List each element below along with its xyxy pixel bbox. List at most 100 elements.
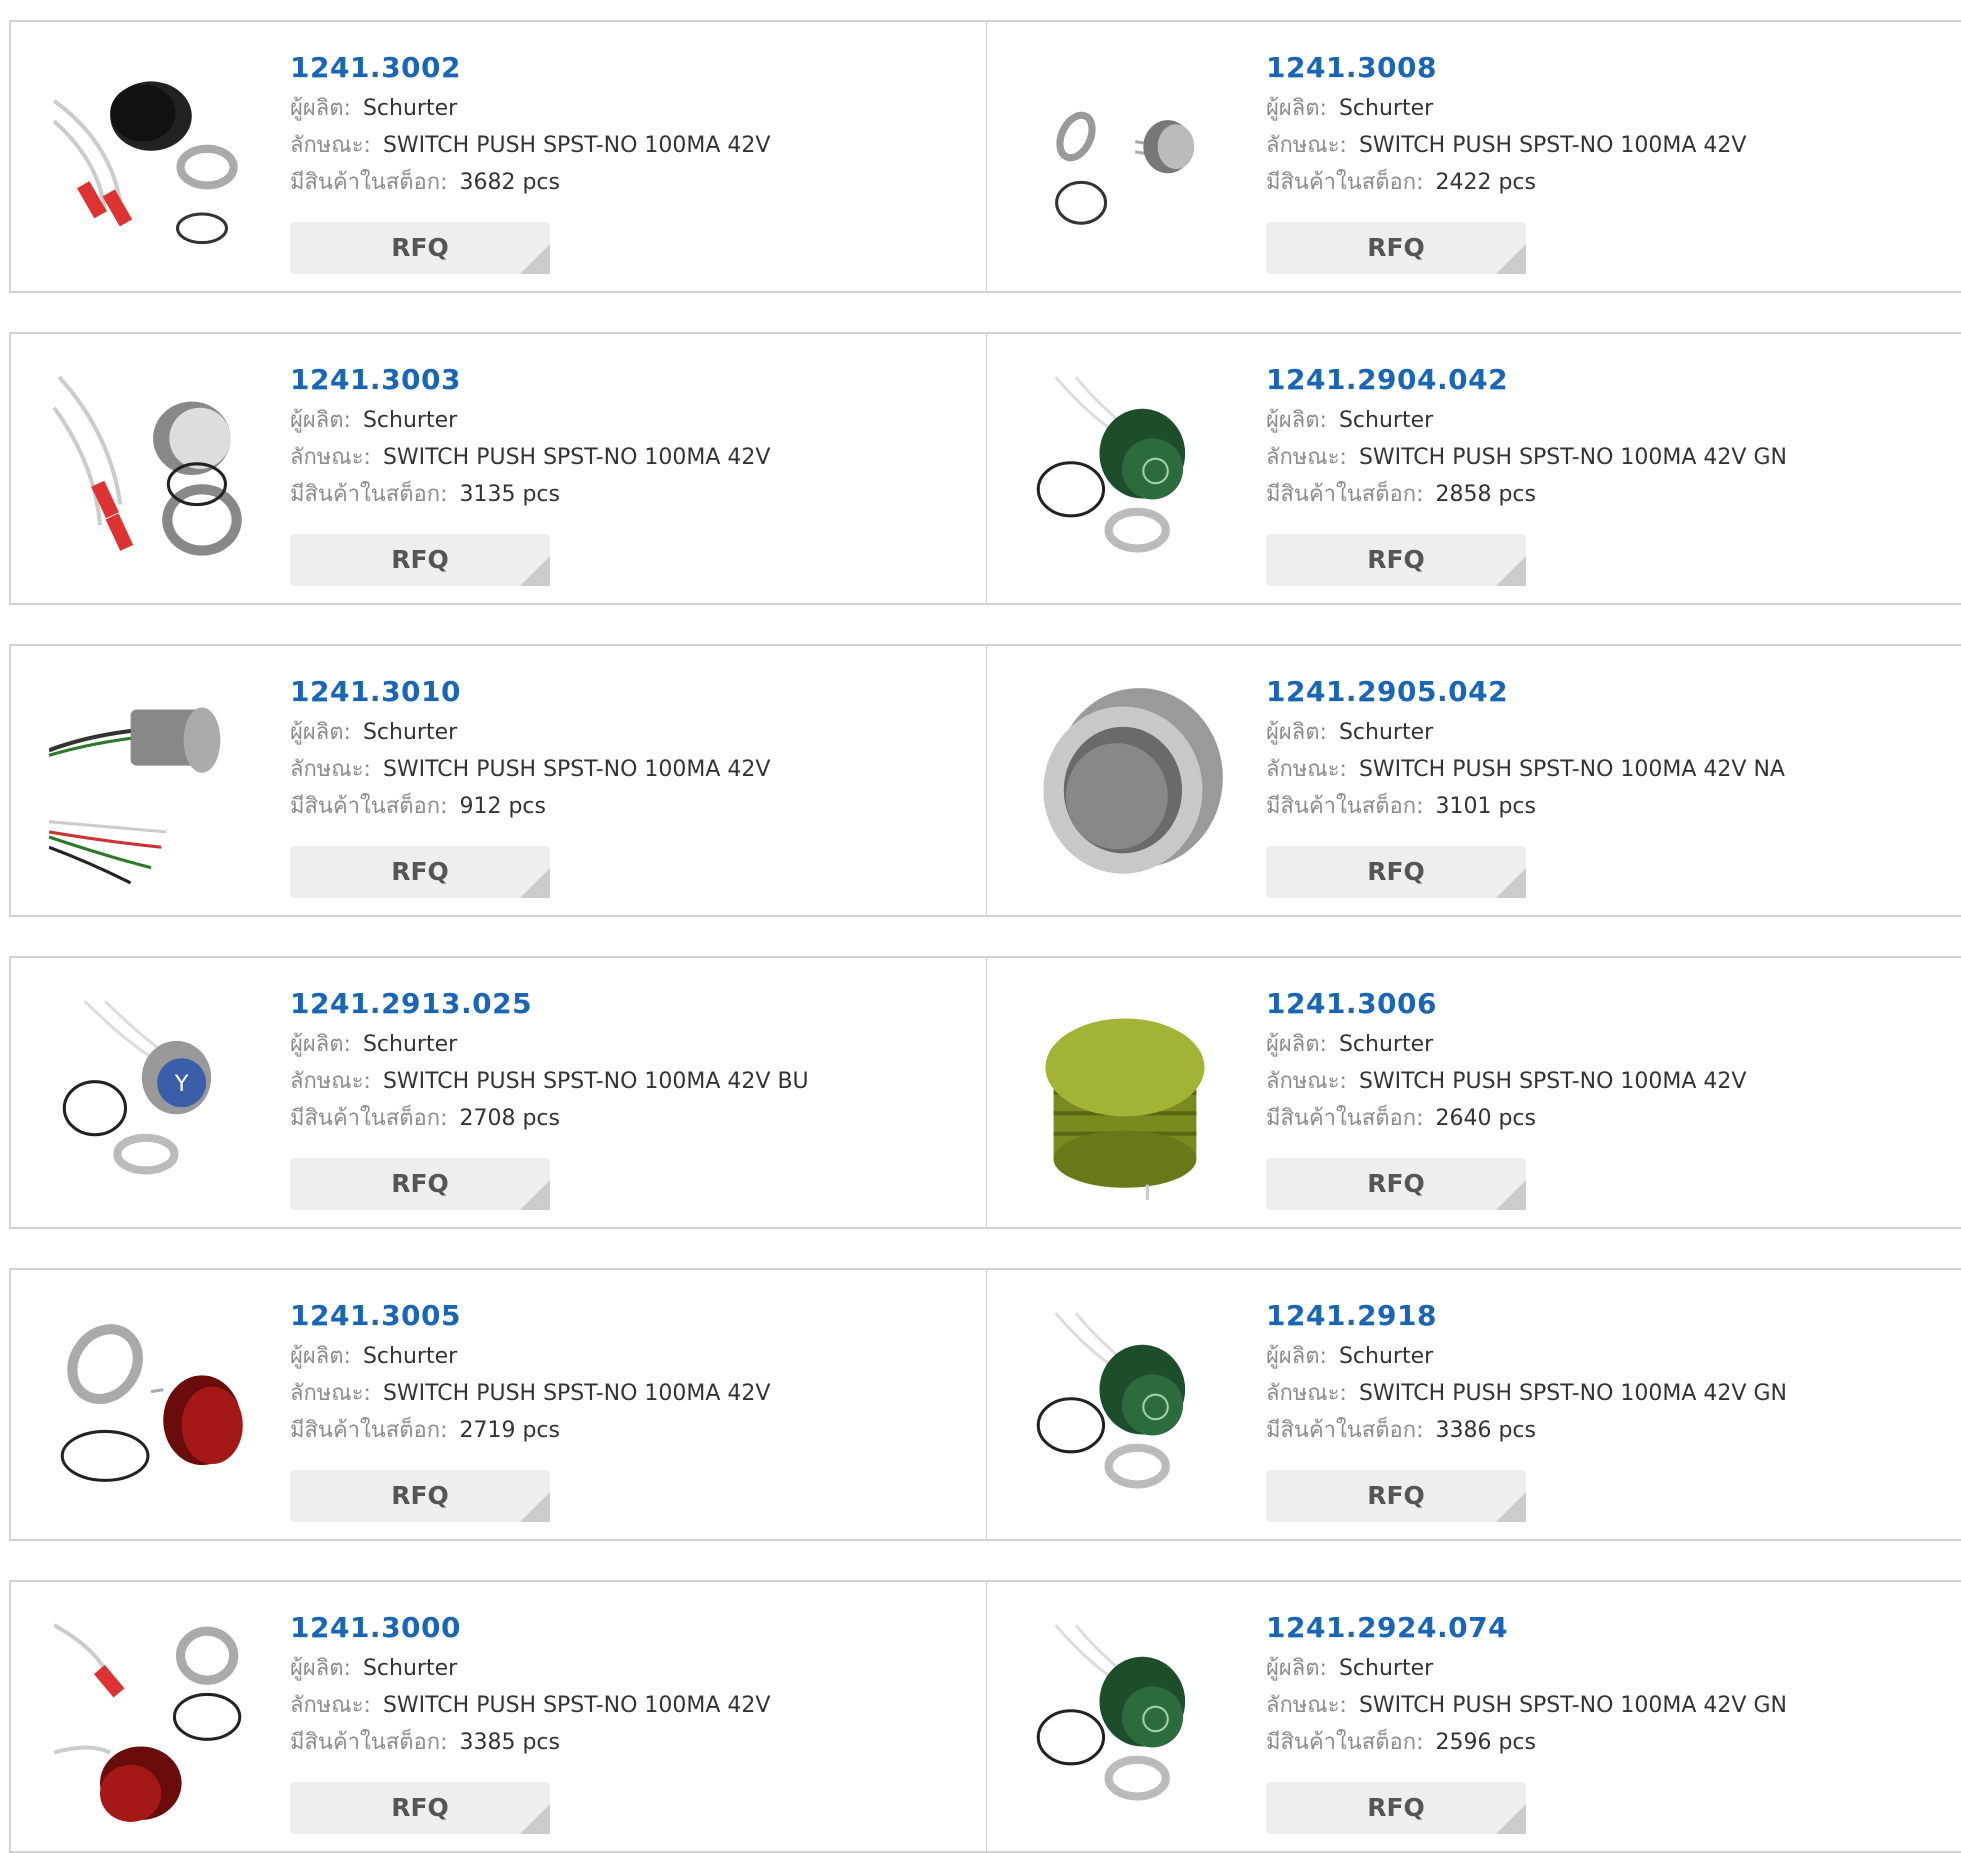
rfq-label: RFQ <box>1367 1169 1425 1198</box>
description-line: ลักษณะ: SWITCH PUSH SPST-NO 100MA 42V <box>1266 1063 1926 1100</box>
red-push-button-with-wires-icon[interactable] <box>49 1620 253 1824</box>
product-card: 1241.2924.074 ผู้ผลิต: Schurter ลักษณะ: SW… <box>987 1580 1961 1853</box>
product-info: 1241.3000 ผู้ผลิต: Schurter ลักษณะ: SWITCH… <box>290 1610 950 1761</box>
stock-label: มีสินค้าในสต็อก: <box>1266 1106 1424 1131</box>
rfq-label: RFQ <box>391 1481 449 1510</box>
manufacturer-label: ผู้ผลิต: <box>290 408 351 433</box>
rfq-label: RFQ <box>1367 545 1425 574</box>
rfq-button[interactable]: RFQ <box>290 1782 550 1834</box>
description-line: ลักษณะ: SWITCH PUSH SPST-NO 100MA 42V GN <box>1266 439 1926 476</box>
stock-value: 3385 pcs <box>459 1730 560 1755</box>
rfq-button[interactable]: RFQ <box>1266 1782 1526 1834</box>
rfq-button[interactable]: RFQ <box>290 846 550 898</box>
part-number-link[interactable]: 1241.3005 <box>290 1298 950 1338</box>
stock-line: มีสินค้าในสต็อก: 3386 pcs <box>1266 1412 1926 1449</box>
steel-push-button-side-view-icon[interactable] <box>49 684 253 888</box>
description-value: SWITCH PUSH SPST-NO 100MA 42V <box>382 1693 771 1718</box>
part-number-link[interactable]: 1241.2905.042 <box>1266 674 1926 714</box>
description-label: ลักษณะ: <box>290 445 371 470</box>
rfq-button[interactable]: RFQ <box>1266 846 1526 898</box>
part-number-link[interactable]: 1241.3006 <box>1266 986 1926 1026</box>
manufacturer-label: ผู้ผลิต: <box>1266 96 1327 121</box>
manufacturer-line: ผู้ผลิต: Schurter <box>290 1650 950 1687</box>
manufacturer-value: Schurter <box>362 408 458 433</box>
rfq-label: RFQ <box>1367 1793 1425 1822</box>
manufacturer-value: Schurter <box>1338 1032 1434 1057</box>
green-power-push-button-icon[interactable] <box>1025 1308 1229 1512</box>
part-number-link[interactable]: 1241.3003 <box>290 362 950 402</box>
manufacturer-label: ผู้ผลิต: <box>1266 720 1327 745</box>
rfq-label: RFQ <box>391 857 449 886</box>
manufacturer-value: Schurter <box>362 1656 458 1681</box>
product-card: 1241.2905.042 ผู้ผลิต: Schurter ลักษณะ: SW… <box>987 644 1961 917</box>
manufacturer-value: Schurter <box>362 1032 458 1057</box>
rfq-button[interactable]: RFQ <box>290 534 550 586</box>
stock-label: มีสินค้าในสต็อก: <box>290 1418 448 1443</box>
description-line: ลักษณะ: SWITCH PUSH SPST-NO 100MA 42V <box>290 439 950 476</box>
stock-line: มีสินค้าในสต็อก: 2708 pcs <box>290 1100 950 1137</box>
part-number-link[interactable]: 1241.3002 <box>290 50 950 90</box>
stock-label: มีสินค้าในสต็อก: <box>290 1106 448 1131</box>
product-row: 1241.3002 ผู้ผลิต: Schurter ลักษณะ: SWITCH… <box>9 20 1961 293</box>
product-row: 1241.3005 ผู้ผลิต: Schurter ลักษณะ: SWITCH… <box>9 1268 1961 1541</box>
part-number-link[interactable]: 1241.2904.042 <box>1266 362 1926 402</box>
rfq-button[interactable]: RFQ <box>1266 534 1526 586</box>
stock-line: มีสินค้าในสต็อก: 2596 pcs <box>1266 1724 1926 1761</box>
part-number-link[interactable]: 1241.3000 <box>290 1610 950 1650</box>
rfq-button[interactable]: RFQ <box>290 222 550 274</box>
manufacturer-line: ผู้ผลิต: Schurter <box>1266 1026 1926 1063</box>
product-row: 1241.3003 ผู้ผลิต: Schurter ลักษณะ: SWITCH… <box>9 332 1961 605</box>
red-push-button-icon[interactable] <box>49 1308 253 1512</box>
stock-line: มีสินค้าในสต็อก: 3135 pcs <box>290 476 950 513</box>
small-steel-push-button-icon[interactable] <box>1025 60 1229 264</box>
olive-push-button-icon[interactable] <box>1025 996 1229 1200</box>
rfq-label: RFQ <box>391 1169 449 1198</box>
description-value: SWITCH PUSH SPST-NO 100MA 42V GN <box>1358 1693 1787 1718</box>
manufacturer-line: ผู้ผลิต: Schurter <box>290 402 950 439</box>
description-line: ลักษณะ: SWITCH PUSH SPST-NO 100MA 42V <box>290 1375 950 1412</box>
product-info: 1241.3008 ผู้ผลิต: Schurter ลักษณะ: SWITCH… <box>1266 50 1926 201</box>
blue-symbol-push-button-icon[interactable]: Y <box>49 996 253 1200</box>
svg-text:Y: Y <box>174 1071 189 1097</box>
rfq-button[interactable]: RFQ <box>290 1158 550 1210</box>
manufacturer-line: ผู้ผลิต: Schurter <box>1266 1338 1926 1375</box>
description-line: ลักษณะ: SWITCH PUSH SPST-NO 100MA 42V <box>290 127 950 164</box>
description-line: ลักษณะ: SWITCH PUSH SPST-NO 100MA 42V <box>290 1687 950 1724</box>
product-info: 1241.2918 ผู้ผลิต: Schurter ลักษณะ: SWITCH… <box>1266 1298 1926 1449</box>
part-number-link[interactable]: 1241.2913.025 <box>290 986 950 1026</box>
product-grid: 1241.3002 ผู้ผลิต: Schurter ลักษณะ: SWITCH… <box>0 0 1961 1853</box>
product-info: 1241.3006 ผู้ผลิต: Schurter ลักษณะ: SWITCH… <box>1266 986 1926 1137</box>
product-info: 1241.2904.042 ผู้ผลิต: Schurter ลักษณะ: SW… <box>1266 362 1926 513</box>
product-row: 1241.3000 ผู้ผลิต: Schurter ลักษณะ: SWITCH… <box>9 1580 1961 1853</box>
manufacturer-label: ผู้ผลิต: <box>1266 1656 1327 1681</box>
description-label: ลักษณะ: <box>290 1069 371 1094</box>
rfq-button[interactable]: RFQ <box>1266 1158 1526 1210</box>
silver-push-button-with-wires-icon[interactable] <box>49 372 253 576</box>
stock-label: มีสินค้าในสต็อก: <box>290 794 448 819</box>
rfq-button[interactable]: RFQ <box>290 1470 550 1522</box>
stock-value: 2596 pcs <box>1435 1730 1536 1755</box>
product-card: 1241.3000 ผู้ผลิต: Schurter ลักษณะ: SWITCH… <box>9 1580 988 1853</box>
rfq-label: RFQ <box>1367 1481 1425 1510</box>
part-number-link[interactable]: 1241.3010 <box>290 674 950 714</box>
rfq-button[interactable]: RFQ <box>1266 222 1526 274</box>
large-steel-push-button-icon[interactable] <box>1025 684 1229 888</box>
description-label: ลักษณะ: <box>290 1381 371 1406</box>
corner-triangle-icon <box>1496 1804 1526 1834</box>
part-number-link[interactable]: 1241.2924.074 <box>1266 1610 1926 1650</box>
description-value: SWITCH PUSH SPST-NO 100MA 42V BU <box>382 1069 809 1094</box>
rfq-label: RFQ <box>391 545 449 574</box>
part-number-link[interactable]: 1241.2918 <box>1266 1298 1926 1338</box>
stock-label: มีสินค้าในสต็อก: <box>290 170 448 195</box>
product-card: Y 1241.2913.025 ผู้ผลิต: Schurter ลักษณะ:… <box>9 956 988 1229</box>
black-push-button-with-wires-icon[interactable] <box>49 60 253 264</box>
description-value: SWITCH PUSH SPST-NO 100MA 42V <box>382 757 771 782</box>
stock-label: มีสินค้าในสต็อก: <box>1266 482 1424 507</box>
description-label: ลักษณะ: <box>1266 1381 1347 1406</box>
green-power-push-button-icon[interactable] <box>1025 1620 1229 1824</box>
stock-value: 912 pcs <box>459 794 546 819</box>
part-number-link[interactable]: 1241.3008 <box>1266 50 1926 90</box>
green-power-push-button-icon[interactable] <box>1025 372 1229 576</box>
rfq-button[interactable]: RFQ <box>1266 1470 1526 1522</box>
stock-value: 2858 pcs <box>1435 482 1536 507</box>
